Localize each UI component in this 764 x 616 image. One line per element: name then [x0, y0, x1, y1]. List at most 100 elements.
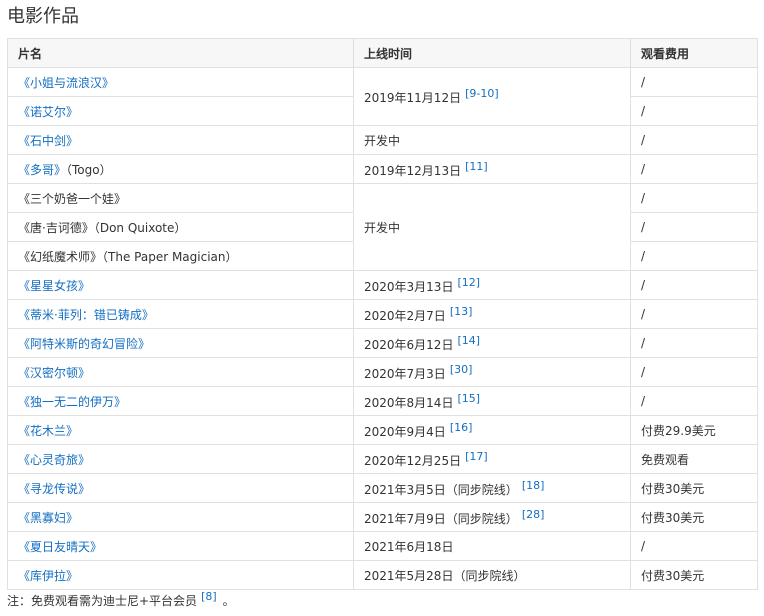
table-row: 《汉密尔顿》 2020年7月3日 [30] / [7, 357, 758, 387]
table-row: 《蒂米·菲列：错已铸成》 2020年2月7日 [13] / [7, 299, 758, 329]
fee-cell: / [630, 357, 758, 387]
release-date: 2021年6月18日 [364, 539, 454, 554]
film-title-cell: 《心灵奇旅》 [7, 444, 354, 474]
release-date: 开发中 [364, 220, 401, 235]
citation-link[interactable]: [14] [457, 334, 480, 347]
release-date: 2019年11月12日 [364, 91, 462, 105]
film-title-link[interactable]: 《小姐与流浪汉》 [18, 76, 114, 90]
release-date: 2020年9月4日 [364, 424, 446, 439]
film-title-cell: 《多哥》（Togo） [7, 154, 354, 184]
citation-link[interactable]: [17] [465, 450, 488, 463]
release-date: 2021年5月28日（同步院线） [364, 568, 526, 583]
film-title-cell: 《星星女孩》 [7, 270, 354, 300]
film-title-cell: 《黑寡妇》 [7, 502, 354, 532]
release-date: 2020年3月13日 [364, 279, 454, 294]
release-date-cell: 2020年9月4日 [16] [353, 415, 631, 445]
table-row: 《小姐与流浪汉》 2019年11月12日 [9-10] / [7, 67, 758, 126]
film-title-cell: 《花木兰》 [7, 415, 354, 445]
table-row: 《阿特米斯的奇幻冒险》 2020年6月12日 [14] / [7, 328, 758, 358]
release-date-cell: 2019年12月13日 [11] [353, 154, 631, 184]
column-header-release: 上线时间 [353, 38, 631, 68]
table-row: 《寻龙传说》 2021年3月5日（同步院线） [18] 付费30美元 [7, 473, 758, 503]
footnote-text: 注：免费观看需为迪士尼+平台会员 [7, 594, 198, 608]
table-row: 《星星女孩》 2020年3月13日 [12] / [7, 270, 758, 300]
release-date-cell: 开发中 [353, 125, 631, 155]
release-date-cell: 2020年7月3日 [30] [353, 357, 631, 387]
film-title-cell: 《三个奶爸一个娃》 [7, 183, 354, 213]
citation-link[interactable]: [28] [522, 508, 545, 521]
film-title: 《唐·吉诃德》 [18, 220, 94, 235]
fee-cell: / [630, 67, 758, 97]
release-date: 2019年12月13日 [364, 163, 462, 178]
citation-link[interactable]: [12] [457, 276, 480, 289]
film-english-title: （Don Quixote） [93, 220, 187, 235]
films-table: 片名 上线时间 观看费用 《小姐与流浪汉》 2019年11月12日 [9-10] / 《… [7, 38, 758, 590]
film-title-cell: 《寻龙传说》 [7, 473, 354, 503]
citation-link[interactable]: [18] [522, 479, 545, 492]
fee-cell: 付费30美元 [630, 502, 758, 532]
fee-cell: / [630, 183, 758, 213]
film-title-cell: 《唐·吉诃德》（Don Quixote） [7, 212, 354, 242]
table-row: 《独一无二的伊万》 2020年8月14日 [15] / [7, 386, 758, 416]
release-date: 2021年7月9日（同步院线） [364, 511, 518, 526]
fee-cell: / [630, 212, 758, 242]
fee-cell: / [630, 328, 758, 358]
film-title-cell: 《库伊拉》 [7, 560, 354, 590]
film-title: 《三个奶爸一个娃》 [18, 191, 127, 206]
citation-link[interactable]: [16] [450, 421, 473, 434]
film-title-link[interactable]: 《花木兰》 [18, 424, 78, 438]
film-title-link[interactable]: 《星星女孩》 [18, 279, 90, 293]
film-title-cell: 《幻纸魔术师》（The Paper Magician） [7, 241, 354, 271]
fee-cell: / [630, 125, 758, 155]
column-header-title: 片名 [7, 38, 354, 68]
fee-cell: / [630, 531, 758, 561]
film-title-link[interactable]: 《心灵奇旅》 [18, 453, 90, 467]
table-header-row: 片名 上线时间 观看费用 [7, 38, 758, 68]
film-title-link[interactable]: 《诺艾尔》 [18, 105, 78, 119]
film-title-link[interactable]: 《多哥》 [18, 163, 66, 177]
release-date-cell: 2021年5月28日（同步院线） [353, 560, 631, 590]
release-date: 2020年2月7日 [364, 308, 446, 323]
film-english-title: （Togo） [66, 162, 112, 177]
fee-cell: / [630, 270, 758, 300]
release-date-cell: 2021年7月9日（同步院线） [28] [353, 502, 631, 532]
citation-link[interactable]: [30] [450, 363, 473, 376]
release-date-cell: 2020年3月13日 [12] [353, 270, 631, 300]
film-title-cell: 《诺艾尔》 [7, 96, 354, 126]
film-title-link[interactable]: 《阿特米斯的奇幻冒险》 [18, 337, 150, 351]
film-title-link[interactable]: 《蒂米·菲列：错已铸成》 [18, 308, 154, 322]
film-title-cell: 《夏日友晴天》 [7, 531, 354, 561]
citation-link[interactable]: [11] [465, 160, 488, 173]
film-title-link[interactable]: 《寻龙传说》 [18, 482, 90, 496]
film-title-link[interactable]: 《汉密尔顿》 [18, 366, 90, 380]
release-date: 2020年6月12日 [364, 337, 454, 352]
release-date: 2020年8月14日 [364, 395, 454, 410]
table-row: 《多哥》（Togo） 2019年12月13日 [11] / [7, 154, 758, 184]
footnote-reference-link[interactable]: [8] [201, 590, 217, 603]
table-row: 《花木兰》 2020年9月4日 [16] 付费29.9美元 [7, 415, 758, 445]
film-title-link[interactable]: 《石中剑》 [18, 134, 78, 148]
citation-link[interactable]: [15] [457, 392, 480, 405]
table-row: 《库伊拉》 2021年5月28日（同步院线） 付费30美元 [7, 560, 758, 590]
films-table-body: 《小姐与流浪汉》 2019年11月12日 [9-10] / 《诺艾尔》 / 《石中剑》 开发中… [7, 67, 758, 590]
release-date: 开发中 [364, 133, 401, 148]
release-date-cell: 开发中 [353, 183, 631, 271]
film-title-cell: 《石中剑》 [7, 125, 354, 155]
film-title-link[interactable]: 《黑寡妇》 [18, 511, 78, 525]
citation-link[interactable]: [9-10] [465, 87, 499, 100]
footnote: 注：免费观看需为迪士尼+平台会员 [8] 。 [7, 590, 235, 609]
footnote-end: 。 [222, 594, 235, 608]
fee-cell: 付费30美元 [630, 560, 758, 590]
film-title-cell: 《汉密尔顿》 [7, 357, 354, 387]
film-title-link[interactable]: 《独一无二的伊万》 [18, 395, 126, 409]
fee-cell: / [630, 299, 758, 329]
film-title-cell: 《蒂米·菲列：错已铸成》 [7, 299, 354, 329]
release-date-cell: 2019年11月12日 [9-10] [353, 67, 631, 126]
citation-link[interactable]: [13] [450, 305, 473, 318]
table-row: 《黑寡妇》 2021年7月9日（同步院线） [28] 付费30美元 [7, 502, 758, 532]
film-title-link[interactable]: 《夏日友晴天》 [18, 540, 102, 554]
film-title-cell: 《独一无二的伊万》 [7, 386, 354, 416]
fee-cell: / [630, 386, 758, 416]
table-row: 《石中剑》 开发中 / [7, 125, 758, 155]
film-title-link[interactable]: 《库伊拉》 [18, 569, 78, 583]
